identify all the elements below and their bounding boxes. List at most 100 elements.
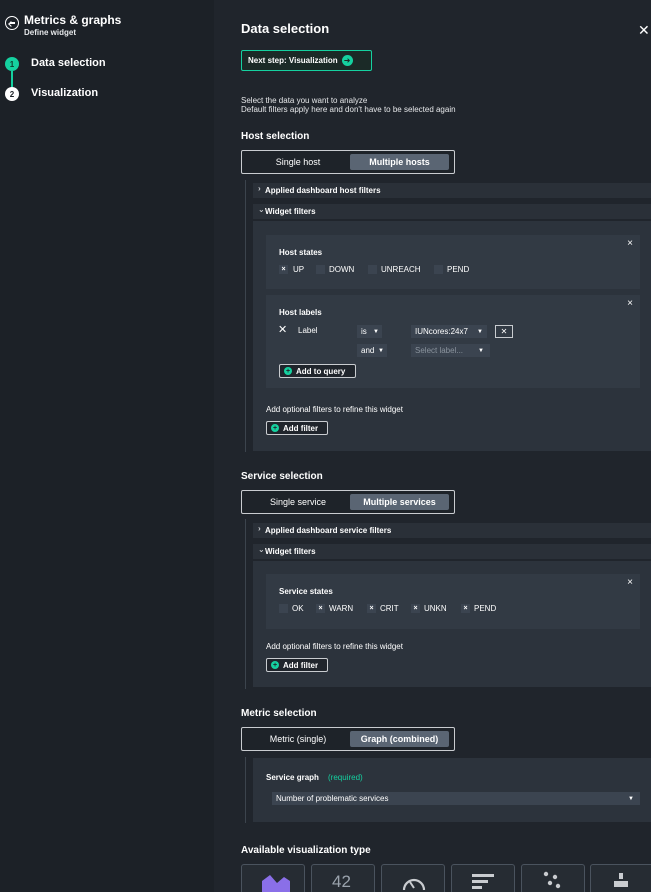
label-value: IUNcores:24x7 <box>415 327 468 336</box>
host-states-title: Host states <box>279 248 323 257</box>
service-add-filter-label: Add filter <box>283 660 319 670</box>
remove-host-states-icon[interactable]: × <box>627 238 633 249</box>
chevron-right-icon: › <box>258 524 261 533</box>
checkbox-pend-service[interactable]: × <box>461 604 470 613</box>
select-label-dropdown[interactable]: Select label... ▼ <box>411 344 490 357</box>
service-state-unkn-label: UNKN <box>424 604 447 613</box>
host-state-pend-label: PEND <box>447 265 470 274</box>
page-title: Data selection <box>241 21 330 36</box>
graph-combined-option[interactable]: Graph (combined) <box>350 731 449 747</box>
visualization-heading: Available visualization type <box>241 845 371 856</box>
multiple-hosts-option[interactable]: Multiple hosts <box>350 154 449 170</box>
checkbox-up[interactable]: × <box>279 265 288 274</box>
service-state-ok-label: OK <box>292 604 304 613</box>
clear-label-icon[interactable]: ✕ <box>495 325 513 338</box>
host-selection-heading: Host selection <box>241 131 310 142</box>
host-section-divider <box>245 180 246 452</box>
step-2-indicator[interactable]: 2 <box>5 87 19 101</box>
description-line-1: Select the data you want to analyze <box>241 96 368 105</box>
host-selection-toggle: Single host Multiple hosts <box>241 150 455 174</box>
service-add-filter-button[interactable]: + Add filter <box>266 658 328 672</box>
service-selection-toggle: Single service Multiple services <box>241 490 455 514</box>
checkbox-unreach[interactable] <box>368 265 377 274</box>
required-indicator: (required) <box>328 773 363 782</box>
operator-dropdown[interactable]: is ▼ <box>357 325 382 338</box>
service-optional-filters-text: Add optional filters to refine this widg… <box>266 642 403 651</box>
vis-single-number[interactable]: 42 <box>311 864 375 892</box>
remove-service-states-icon[interactable]: × <box>627 577 633 588</box>
label-value-dropdown[interactable]: IUNcores:24x7 ▼ <box>411 325 487 338</box>
step-visualization[interactable]: Visualization <box>31 87 98 99</box>
chevron-right-icon: › <box>258 184 261 193</box>
service-selection-heading: Service selection <box>241 471 323 482</box>
applied-service-filters-row[interactable]: › Applied dashboard service filters <box>253 523 651 538</box>
service-states-filter: × Service states OK × WARN × CRIT × UNKN… <box>266 574 640 629</box>
vis-top-list[interactable] <box>590 864 651 892</box>
service-state-warn-label: WARN <box>329 604 354 613</box>
checkbox-ok[interactable] <box>279 604 288 613</box>
metric-selection-heading: Metric selection <box>241 708 317 719</box>
gauge-icon <box>402 878 426 891</box>
add-to-query-button[interactable]: + Add to query <box>279 364 356 378</box>
conjunction-value: and <box>361 346 375 355</box>
service-graph-label: Service graph <box>266 773 319 782</box>
checkbox-down[interactable] <box>316 265 325 274</box>
vis-area-chart[interactable] <box>241 864 305 892</box>
applied-host-filters-row[interactable]: › Applied dashboard host filters <box>253 183 651 198</box>
step-data-selection[interactable]: Data selection <box>31 57 106 69</box>
checkbox-crit[interactable]: × <box>367 604 376 613</box>
close-icon[interactable]: ✕ <box>638 22 650 39</box>
sidebar: Metrics & graphs Define widget 1 Data se… <box>0 0 214 892</box>
back-icon[interactable] <box>5 16 19 30</box>
metric-section-divider <box>245 757 246 823</box>
bar-chart-icon <box>472 874 494 889</box>
vis-gauge[interactable] <box>381 864 445 892</box>
select-label-placeholder: Select label... <box>415 346 464 355</box>
caret-down-icon: ▼ <box>628 795 634 802</box>
remove-host-labels-icon[interactable]: × <box>627 298 633 309</box>
host-widget-filters-row[interactable]: ⌄ Widget filters <box>253 204 651 219</box>
checkbox-unkn[interactable]: × <box>411 604 420 613</box>
service-state-pend-label: PEND <box>474 604 497 613</box>
operator-value: is <box>361 327 367 336</box>
step-connector <box>11 71 13 87</box>
checkbox-pend[interactable] <box>434 265 443 274</box>
app-subtitle: Define widget <box>24 28 77 37</box>
host-labels-title: Host labels <box>279 308 322 317</box>
chevron-down-icon: ⌄ <box>258 205 265 214</box>
next-step-label: Next step: Visualization <box>248 56 338 65</box>
service-states-title: Service states <box>279 587 333 596</box>
service-graph-dropdown[interactable]: Number of problematic services ▼ <box>272 792 640 805</box>
chevron-down-icon: ⌄ <box>258 545 265 554</box>
description-line-2: Default filters apply here and don't hav… <box>241 105 456 114</box>
vis-scatter-plot[interactable] <box>521 864 585 892</box>
single-number-value: 42 <box>332 872 351 891</box>
service-widget-filters-label: Widget filters <box>265 547 316 556</box>
scatter-plot-icon <box>543 871 561 889</box>
next-step-button[interactable]: Next step: Visualization ➜ <box>241 50 372 71</box>
applied-host-filters-label: Applied dashboard host filters <box>265 186 381 195</box>
single-service-option[interactable]: Single service <box>246 494 350 510</box>
metric-single-option[interactable]: Metric (single) <box>246 731 350 747</box>
vis-bar-chart[interactable] <box>451 864 515 892</box>
caret-down-icon: ▼ <box>478 347 484 354</box>
host-states-filter: × Host states × UP DOWN UNREACH PEND <box>266 235 640 289</box>
applied-service-filters-label: Applied dashboard service filters <box>265 526 392 535</box>
service-section-divider <box>245 519 246 689</box>
checkbox-warn[interactable]: × <box>316 604 325 613</box>
conjunction-dropdown[interactable]: and ▼ <box>357 344 387 357</box>
host-state-unreach-label: UNREACH <box>381 265 421 274</box>
host-add-filter-label: Add filter <box>283 423 319 433</box>
remove-label-icon[interactable]: ✕ <box>278 323 287 336</box>
multiple-services-option[interactable]: Multiple services <box>350 494 449 510</box>
host-state-up-label: UP <box>293 265 305 274</box>
single-host-option[interactable]: Single host <box>246 154 350 170</box>
host-state-down-label: DOWN <box>329 265 355 274</box>
service-widget-filters-row[interactable]: ⌄ Widget filters <box>253 544 651 559</box>
step-1-indicator[interactable]: 1 <box>5 57 19 71</box>
host-add-filter-button[interactable]: + Add filter <box>266 421 328 435</box>
service-state-crit-label: CRIT <box>380 604 399 613</box>
main-panel: Data selection ✕ Next step: Visualizatio… <box>214 0 651 892</box>
caret-down-icon: ▼ <box>477 328 483 335</box>
metric-selection-toggle: Metric (single) Graph (combined) <box>241 727 455 751</box>
